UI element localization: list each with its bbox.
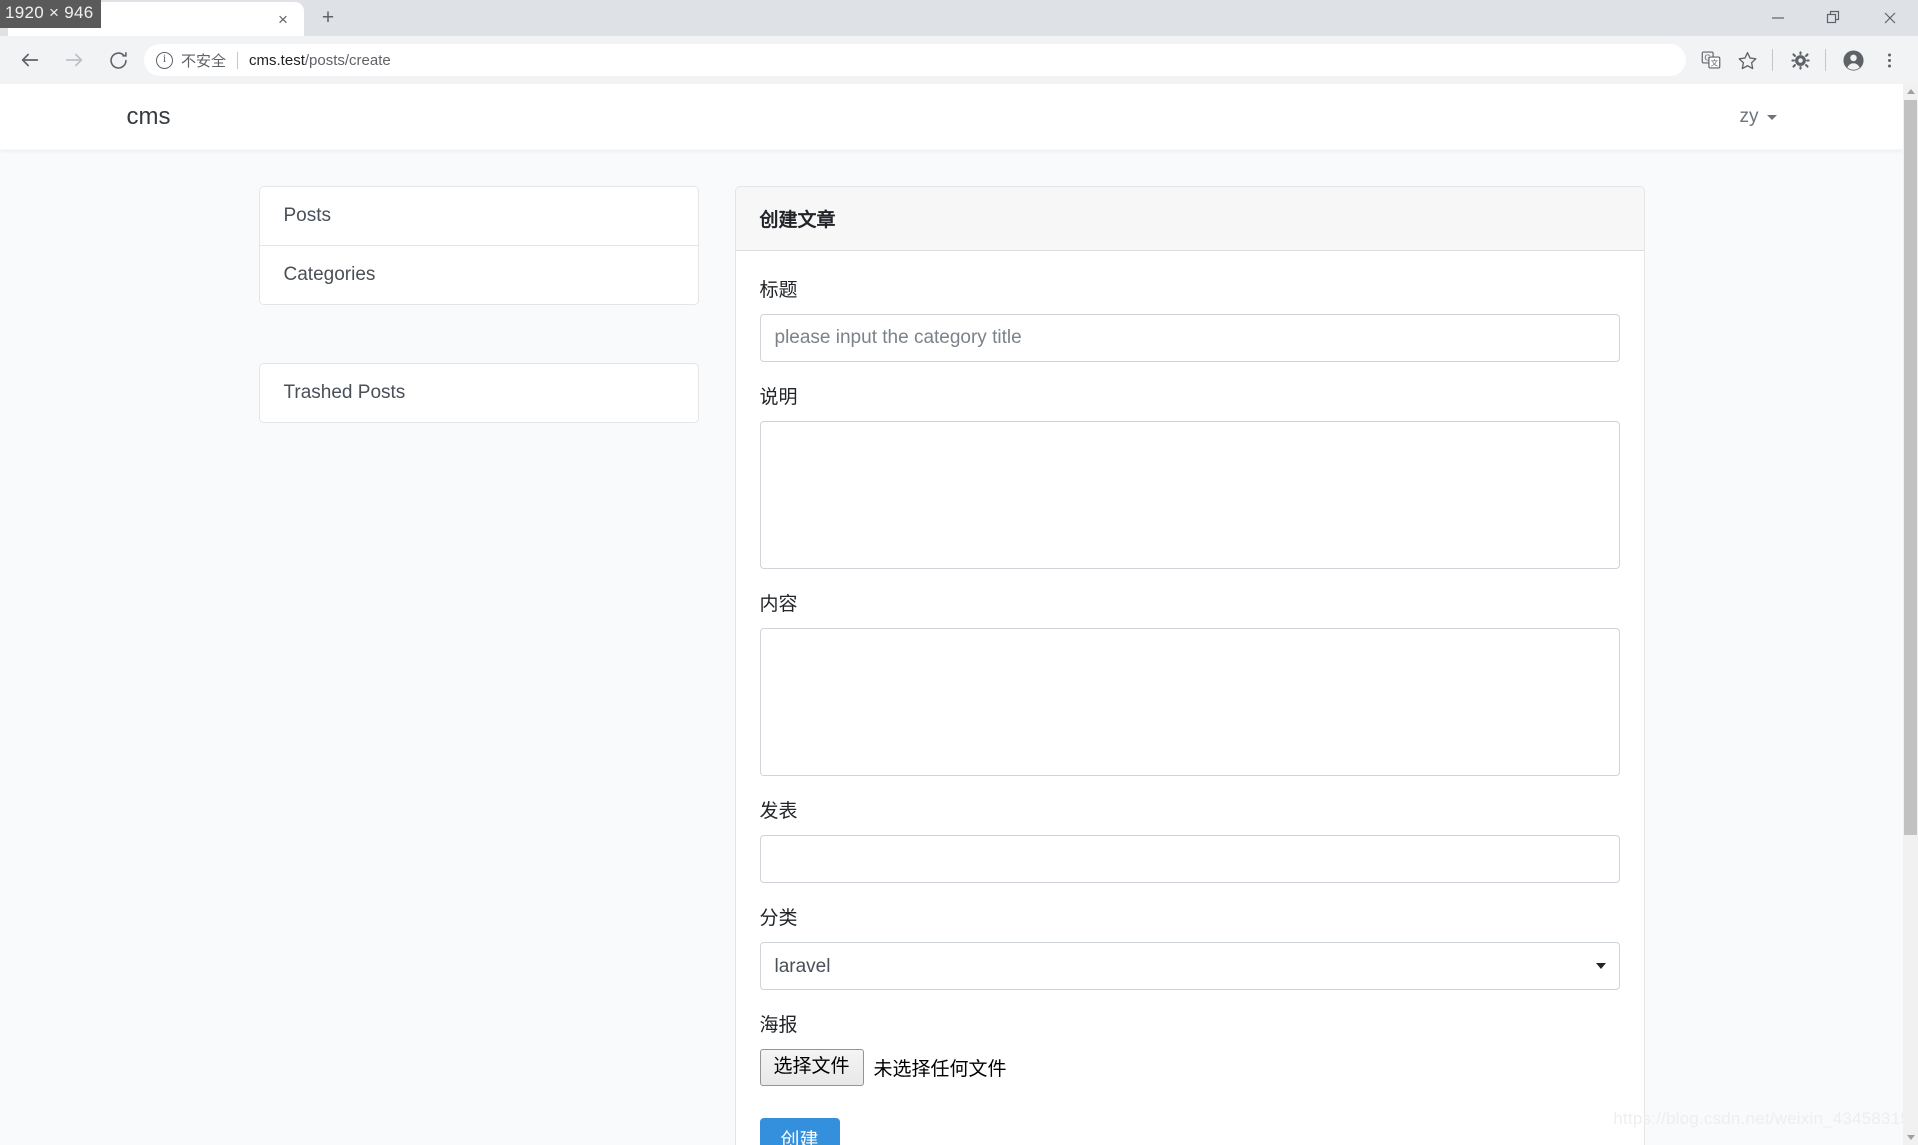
watermark: https://blog.csdn.net/weixin_43458315 [1613,1109,1910,1128]
layout-container: Posts Categories Trashed Posts 创建文章 标题 p… [258,186,1645,1145]
sidebar-item-posts[interactable]: Posts [259,187,698,245]
info-circle-icon[interactable] [156,51,173,69]
new-tab-button[interactable]: + [310,2,346,34]
user-dropdown[interactable]: zy [1740,106,1777,128]
reload-icon[interactable] [100,42,136,78]
category-select[interactable]: laravel [759,942,1620,990]
label-publish: 发表 [759,801,798,822]
field-group-publish: 发表 [759,796,1620,883]
label-title: 标题 [759,280,798,301]
page-body: Posts Categories Trashed Posts 创建文章 标题 p… [0,150,1903,1145]
star-icon[interactable] [1730,43,1764,77]
dimension-overlay-badge: 1920 × 946 [0,0,101,28]
main-content: 创建文章 标题 说明 [734,186,1645,1145]
page-scrollbar[interactable] [1903,84,1918,1145]
divider [1825,49,1826,71]
page-title: 创建文章 [735,187,1644,251]
file-status-label: 未选择任何文件 [873,1058,1007,1080]
create-post-form: 标题 说明 内容 [736,251,1644,1145]
scrollbar-thumb[interactable] [1904,100,1917,835]
scroll-down-button[interactable] [1903,1130,1918,1145]
restore-icon[interactable] [1806,0,1862,36]
sidebar-nav-card: Posts Categories [258,186,699,305]
content-textarea[interactable] [759,628,1620,776]
publish-input[interactable] [759,835,1620,883]
description-textarea[interactable] [759,421,1620,569]
translate-icon[interactable]: G 文 [1694,43,1728,77]
page-content: cms zy Posts Categories Trashed Posts 创建… [0,84,1903,1145]
field-group-poster: 海报 选择文件 未选择任何文件 [759,1010,1620,1086]
divider [1772,49,1773,71]
sidebar-trashed-card: Trashed Posts [258,363,699,423]
sidebar-item-trashed-posts[interactable]: Trashed Posts [259,364,698,422]
title-input[interactable] [759,314,1620,362]
url-text: cms.test/posts/create [249,52,391,69]
field-group-description: 说明 [759,382,1620,569]
sidebar: Posts Categories Trashed Posts [258,186,699,423]
url-path: /posts/create [304,51,391,69]
app-brand[interactable]: cms [127,103,171,131]
url-host: cms.test [249,51,305,69]
address-bar[interactable]: 不安全 cms.test/posts/create [144,44,1686,76]
create-button[interactable]: 创建 [759,1117,840,1145]
three-dot-menu-icon[interactable] [1872,43,1906,77]
browser-titlebar: cms × + 1920 × 946 [0,0,1918,36]
extension-bug-icon[interactable] [1783,43,1817,77]
page-viewport: cms zy Posts Categories Trashed Posts 创建… [0,84,1918,1145]
field-group-content: 内容 [759,589,1620,776]
browser-toolbar: 不安全 cms.test/posts/create G 文 [0,36,1918,84]
chevron-up-icon [1906,89,1915,94]
label-poster: 海报 [759,1015,798,1036]
toolbar-icons: G 文 [1692,43,1906,77]
field-group-title: 标题 [759,275,1620,362]
label-category: 分类 [759,908,798,929]
create-post-card: 创建文章 标题 说明 [734,186,1645,1145]
profile-avatar-icon[interactable] [1836,43,1870,77]
app-navbar: cms zy [0,84,1903,150]
chevron-down-icon [1906,1135,1915,1140]
user-name-label: zy [1739,105,1759,127]
back-arrow-icon[interactable] [12,42,48,78]
label-description: 说明 [759,387,798,408]
divider [237,51,239,69]
sidebar-item-categories[interactable]: Categories [259,245,698,304]
browser-window: cms × + 1920 × 946 [0,0,1918,1145]
security-status-label: 不安全 [181,52,227,70]
label-content: 内容 [759,594,798,615]
minimize-icon[interactable] [1750,0,1806,36]
close-icon[interactable]: × [272,8,294,30]
svg-text:文: 文 [1711,57,1719,67]
window-controls [1750,0,1918,36]
forward-arrow-icon[interactable] [56,42,92,78]
field-group-category: 分类 laravel [759,903,1620,990]
chevron-down-icon [1766,115,1777,120]
choose-file-button[interactable]: 选择文件 [759,1049,864,1086]
file-input-row[interactable]: 选择文件 未选择任何文件 [759,1049,1620,1086]
window-close-icon[interactable] [1862,0,1918,36]
scroll-up-button[interactable] [1903,84,1918,99]
